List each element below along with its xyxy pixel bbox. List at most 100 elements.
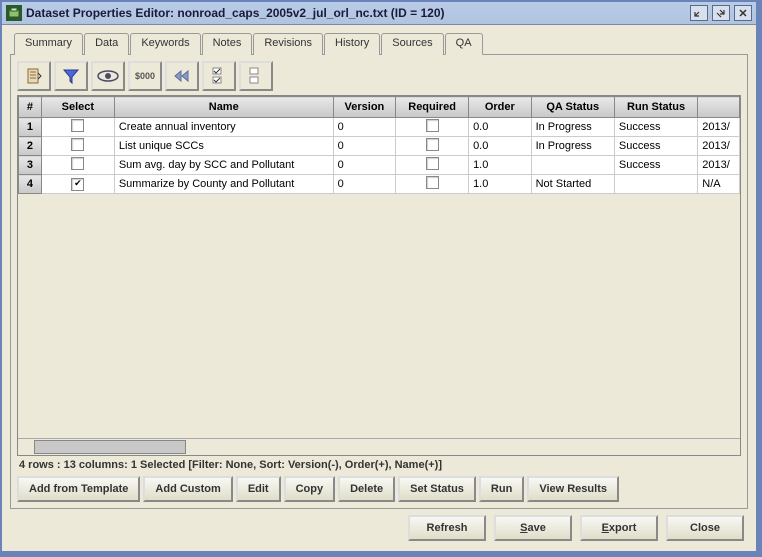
required-cell[interactable] [396,137,469,156]
qa-status-cell: Not Started [531,175,614,194]
row-number: 1 [19,118,42,137]
window-title: Dataset Properties Editor: nonroad_caps_… [26,6,690,20]
filter-button[interactable] [54,61,88,91]
col-qa-status[interactable]: QA Status [531,97,614,118]
select-cell[interactable] [41,156,114,175]
run-status-cell: Success [614,118,697,137]
checkbox[interactable] [426,119,439,132]
col-required[interactable]: Required [396,97,469,118]
refresh-columns-button[interactable] [17,61,51,91]
version-cell: 0 [333,175,396,194]
col-run-status[interactable]: Run Status [614,97,697,118]
horizontal-scrollbar[interactable] [18,438,740,455]
table-row[interactable]: 4✔Summarize by County and Pollutant01.0N… [19,175,740,194]
col-name[interactable]: Name [114,97,333,118]
edit-button[interactable]: Edit [236,476,281,502]
qa-status-cell: In Progress [531,118,614,137]
row-number: 2 [19,137,42,156]
tab-strip: Summary Data Keywords Notes Revisions Hi… [14,33,748,55]
name-cell: Create annual inventory [114,118,333,137]
add-from-template-button[interactable]: Add from Template [17,476,140,502]
row-number: 3 [19,156,42,175]
window-buttons: Refresh Save Export Close [10,509,748,543]
tab-keywords[interactable]: Keywords [130,33,200,55]
tab-history[interactable]: History [324,33,380,55]
view-results-button[interactable]: View Results [527,476,619,502]
version-cell: 0 [333,137,396,156]
close-button[interactable] [734,5,752,21]
delete-button[interactable]: Delete [338,476,395,502]
version-cell: 0 [333,118,396,137]
select-cell[interactable] [41,137,114,156]
order-cell: 0.0 [469,137,532,156]
table-header-row: # Select Name Version Required Order QA … [19,97,740,118]
select-all-button[interactable] [202,61,236,91]
run-button[interactable]: Run [479,476,524,502]
required-cell[interactable] [396,118,469,137]
checkbox[interactable] [71,119,84,132]
checkbox[interactable] [426,138,439,151]
row-number: 4 [19,175,42,194]
col-select[interactable]: Select [41,97,114,118]
check-all-icon [212,67,226,85]
scrollbar-thumb[interactable] [34,440,186,454]
qa-table-container: # Select Name Version Required Order QA … [17,95,741,456]
tab-summary[interactable]: Summary [14,33,83,55]
reset-button[interactable] [165,61,199,91]
refresh-button[interactable]: Refresh [408,515,486,541]
version-cell: 0 [333,156,396,175]
qa-table: # Select Name Version Required Order QA … [18,96,740,194]
select-cell[interactable]: ✔ [41,175,114,194]
tab-revisions[interactable]: Revisions [253,33,323,55]
col-extra[interactable] [698,97,740,118]
titlebar: Dataset Properties Editor: nonroad_caps_… [2,2,756,25]
table-empty-area [18,194,740,438]
run-status-cell [614,175,697,194]
col-order[interactable]: Order [469,97,532,118]
minimize-button[interactable] [690,5,708,21]
extra-cell: 2013/ [698,137,740,156]
uncheck-all-icon [249,67,263,85]
col-num[interactable]: # [19,97,42,118]
window-controls [690,5,752,21]
tab-notes[interactable]: Notes [202,33,253,55]
checkbox[interactable] [426,157,439,170]
tab-sources[interactable]: Sources [381,33,443,55]
run-status-cell: Success [614,137,697,156]
name-cell: Summarize by County and Pollutant [114,175,333,194]
table-row[interactable]: 3Sum avg. day by SCC and Pollutant01.0Su… [19,156,740,175]
save-button[interactable]: Save [494,515,572,541]
select-cell[interactable] [41,118,114,137]
checkbox[interactable] [71,157,84,170]
tab-qa[interactable]: QA [445,33,483,55]
qa-status-cell [531,156,614,175]
add-custom-button[interactable]: Add Custom [143,476,232,502]
checkbox[interactable]: ✔ [71,178,84,191]
copy-button[interactable]: Copy [284,476,336,502]
clear-all-button[interactable] [239,61,273,91]
extra-cell: N/A [698,175,740,194]
qa-status-cell: In Progress [531,137,614,156]
maximize-button[interactable] [712,5,730,21]
required-cell[interactable] [396,175,469,194]
name-cell: Sum avg. day by SCC and Pollutant [114,156,333,175]
checkbox[interactable] [71,138,84,151]
toolbar: $000 [17,61,741,91]
table-row[interactable]: 2List unique SCCs00.0In ProgressSuccess2… [19,137,740,156]
order-cell: 1.0 [469,175,532,194]
required-cell[interactable] [396,156,469,175]
set-status-button[interactable]: Set Status [398,476,476,502]
qa-action-buttons: Add from Template Add Custom Edit Copy D… [17,476,741,502]
tab-data[interactable]: Data [84,33,129,55]
col-version[interactable]: Version [333,97,396,118]
funnel-icon [62,67,80,85]
export-button[interactable]: Export [580,515,658,541]
tab-content-qa: $000 [10,54,748,509]
checkbox[interactable] [426,176,439,189]
eye-icon [97,69,119,83]
view-button[interactable] [91,61,125,91]
window-body: Summary Data Keywords Notes Revisions Hi… [2,25,756,551]
table-row[interactable]: 1Create annual inventory00.0In ProgressS… [19,118,740,137]
close-window-button[interactable]: Close [666,515,744,541]
format-button[interactable]: $000 [128,61,162,91]
